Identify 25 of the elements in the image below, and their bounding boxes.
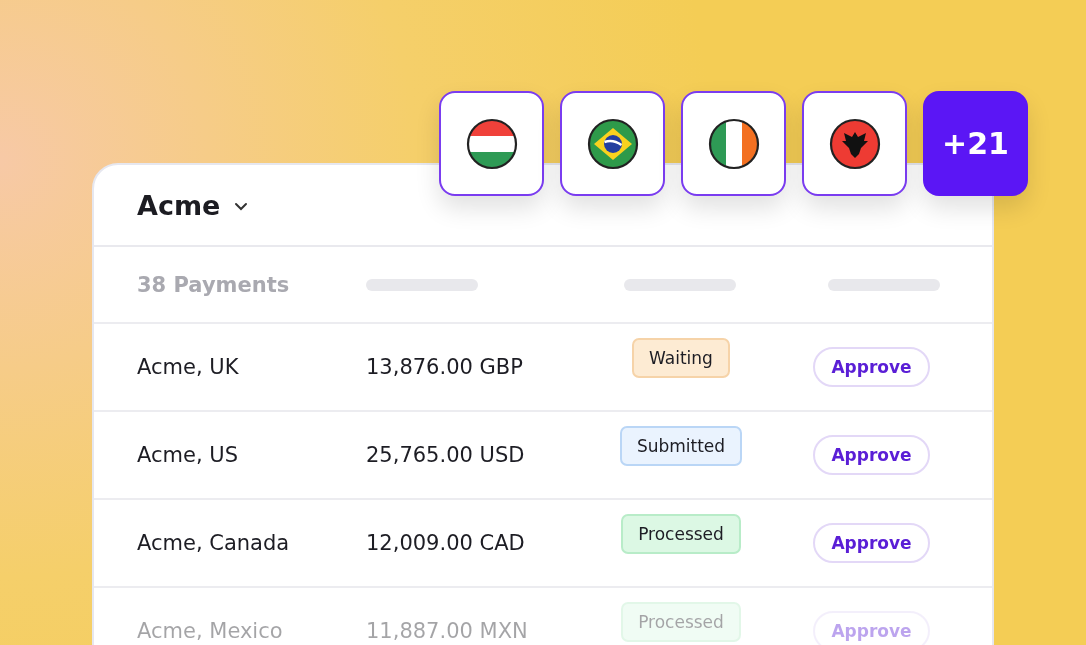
approve-button[interactable]: Approve xyxy=(813,435,930,475)
status-badge: Submitted xyxy=(619,426,743,466)
payee-name: Acme, US xyxy=(137,443,239,467)
country-tile[interactable] xyxy=(802,91,907,196)
amount: 11,887.00 MXN xyxy=(366,619,529,643)
status-badge: Waiting xyxy=(632,338,730,378)
status-badge: Processed xyxy=(621,602,741,642)
payee-name: Acme, UK xyxy=(137,355,240,379)
amount: 12,009.00 CAD xyxy=(366,531,526,555)
account-dropdown[interactable]: Acme xyxy=(137,189,249,221)
country-tile[interactable] xyxy=(439,91,544,196)
approve-button[interactable]: Approve xyxy=(813,523,930,563)
more-countries-tile[interactable]: +21 xyxy=(923,91,1028,196)
payee-name: Acme, Mexico xyxy=(137,619,284,643)
approve-button[interactable]: Approve xyxy=(813,347,930,387)
caret-icon xyxy=(234,202,249,211)
payee-name: Acme, Canada xyxy=(137,531,291,555)
payments-count: 38 Payments xyxy=(137,272,291,297)
amount: 25,765.00 USD xyxy=(366,443,526,467)
amount: 13,876.00 GBP xyxy=(366,355,524,379)
flag-icon xyxy=(707,117,760,170)
country-tile[interactable] xyxy=(560,91,665,196)
flag-icon xyxy=(465,117,518,170)
country-tile[interactable] xyxy=(681,91,786,196)
status-badge: Processed xyxy=(621,514,741,554)
